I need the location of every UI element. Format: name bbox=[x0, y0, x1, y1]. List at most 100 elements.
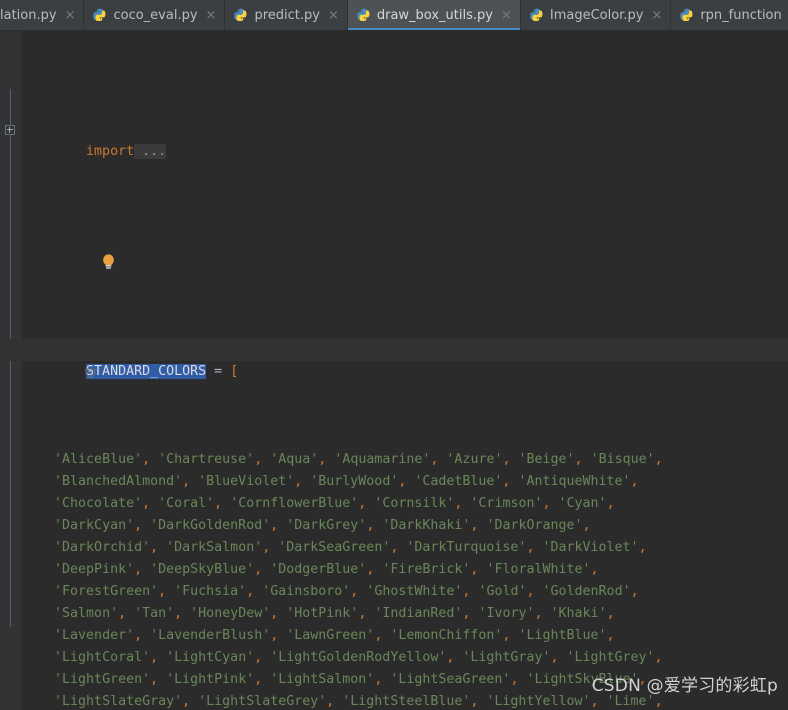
code-line-standard-colors-assign[interactable]: STANDARD_COLORS = [ bbox=[0, 339, 788, 379]
code-editor[interactable]: import ... STANDARD_COLORS = ['AliceBlu… bbox=[0, 31, 788, 710]
code-line-color-entry[interactable]: 'LightSlateGray', 'LightSlateGrey', 'Lig… bbox=[0, 691, 788, 710]
comma: , bbox=[150, 650, 159, 665]
code-line-color-entry[interactable]: 'Chocolate', 'Coral', 'CornflowerBlue', … bbox=[0, 493, 788, 515]
comma: , bbox=[254, 452, 263, 467]
code-line-color-entry[interactable]: 'Lavender', 'LavenderBlush', 'LawnGreen'… bbox=[0, 625, 788, 647]
color-string: 'DodgerBlue' bbox=[270, 562, 367, 577]
color-string: 'Chartreuse' bbox=[158, 452, 255, 467]
comma: , bbox=[350, 584, 359, 599]
comma: , bbox=[462, 584, 471, 599]
color-string: 'LemonChiffon' bbox=[390, 628, 503, 643]
color-string: 'LightSteelBlue' bbox=[342, 694, 471, 709]
comma: , bbox=[182, 694, 191, 709]
color-string: 'DarkOrange' bbox=[486, 518, 583, 533]
tab-label: coco_eval.py bbox=[113, 7, 198, 23]
lightbulb-icon[interactable] bbox=[20, 231, 114, 269]
code-line-color-entry[interactable]: 'AliceBlue', 'Chartreuse', 'Aqua', 'Aqua… bbox=[0, 449, 788, 471]
comma: , bbox=[590, 694, 599, 709]
comma: , bbox=[470, 518, 479, 533]
color-string: 'DarkTurquoise' bbox=[406, 540, 527, 555]
comma: , bbox=[654, 452, 663, 467]
code-line-color-entry[interactable]: 'LightGreen', 'LightPink', 'LightSalmon'… bbox=[0, 669, 788, 691]
comma: , bbox=[390, 540, 399, 555]
folded-placeholder[interactable]: ... bbox=[134, 144, 167, 159]
color-string: 'LightYellow' bbox=[486, 694, 591, 709]
color-string: 'LightSeaGreen' bbox=[390, 672, 511, 687]
comma: , bbox=[294, 474, 303, 489]
tab-lation-py[interactable]: lation.py × bbox=[0, 0, 85, 30]
color-string: 'ForestGreen' bbox=[54, 584, 159, 599]
comma: , bbox=[654, 694, 663, 709]
standard-colors-variable[interactable]: STANDARD_COLORS bbox=[86, 364, 207, 379]
code-line-color-entry[interactable]: 'DarkOrchid', 'DarkSalmon', 'DarkSeaGree… bbox=[0, 537, 788, 559]
code-line-color-entry[interactable]: 'Salmon', 'Tan', 'HoneyDew', 'HotPink', … bbox=[0, 603, 788, 625]
fold-collapse-icon[interactable] bbox=[5, 344, 96, 379]
comma: , bbox=[150, 672, 159, 687]
comma: , bbox=[134, 562, 143, 577]
color-string: 'LightBlue' bbox=[518, 628, 607, 643]
comma: , bbox=[358, 496, 367, 511]
color-string: 'DarkSeaGreen' bbox=[278, 540, 391, 555]
python-file-icon bbox=[530, 8, 545, 23]
tab-close-icon[interactable]: × bbox=[203, 9, 218, 23]
color-string: 'HoneyDew' bbox=[190, 606, 271, 621]
color-string: 'Azure' bbox=[446, 452, 503, 467]
color-string: 'Aquamarine' bbox=[334, 452, 431, 467]
comma: , bbox=[182, 474, 191, 489]
tab-close-icon[interactable]: × bbox=[62, 9, 77, 23]
tab-draw-box-utils-py[interactable]: draw_box_utils.py × bbox=[347, 0, 521, 30]
comma: , bbox=[366, 562, 375, 577]
comma: , bbox=[470, 694, 479, 709]
color-string: 'FireBrick' bbox=[382, 562, 471, 577]
color-string: 'FloralWhite' bbox=[486, 562, 591, 577]
comma: , bbox=[470, 562, 479, 577]
code-line-import-folded[interactable]: import ... bbox=[0, 119, 788, 159]
comma: , bbox=[214, 496, 223, 511]
tab-close-icon[interactable]: × bbox=[648, 9, 663, 23]
comma: , bbox=[142, 452, 151, 467]
color-string: 'DarkSalmon' bbox=[166, 540, 263, 555]
comma: , bbox=[270, 628, 279, 643]
tab-predict-py[interactable]: predict.py × bbox=[225, 0, 348, 30]
color-string: 'Beige' bbox=[518, 452, 575, 467]
comma: , bbox=[606, 606, 615, 621]
color-string: 'LightCoral' bbox=[54, 650, 151, 665]
comma: , bbox=[502, 474, 511, 489]
tab-rpn-function-py[interactable]: rpn_function bbox=[671, 0, 788, 30]
comma: , bbox=[542, 496, 551, 511]
comma: , bbox=[142, 496, 151, 511]
code-line-color-entry[interactable]: 'BlanchedAlmond', 'BlueViolet', 'BurlyWo… bbox=[0, 471, 788, 493]
comma: , bbox=[150, 540, 159, 555]
code-content[interactable]: import ... STANDARD_COLORS = ['AliceBlu… bbox=[0, 31, 788, 710]
tab-close-icon[interactable]: × bbox=[325, 9, 340, 23]
color-list-lines[interactable]: 'AliceBlue', 'Chartreuse', 'Aqua', 'Aqua… bbox=[0, 449, 788, 710]
color-string: 'CadetBlue' bbox=[414, 474, 503, 489]
color-string: 'Aqua' bbox=[270, 452, 319, 467]
code-line-color-entry[interactable]: 'ForestGreen', 'Fuchsia', 'Gainsboro', '… bbox=[0, 581, 788, 603]
tab-coco-eval-py[interactable]: coco_eval.py × bbox=[84, 0, 226, 30]
code-line-color-entry[interactable]: 'LightCoral', 'LightCyan', 'LightGoldenR… bbox=[0, 647, 788, 669]
color-string: 'DeepPink' bbox=[54, 562, 135, 577]
comma: , bbox=[638, 672, 647, 687]
color-string: 'LightCyan' bbox=[166, 650, 255, 665]
comma: , bbox=[654, 650, 663, 665]
python-file-icon bbox=[357, 8, 372, 23]
color-string: 'Bisque' bbox=[590, 452, 655, 467]
color-string: 'Tan' bbox=[134, 606, 175, 621]
comma: , bbox=[430, 452, 439, 467]
color-string: 'Lime' bbox=[606, 694, 655, 709]
color-string: 'Salmon' bbox=[54, 606, 119, 621]
color-string: 'CornflowerBlue' bbox=[230, 496, 359, 511]
code-line-color-entry[interactable]: 'DarkCyan', 'DarkGoldenRod', 'DarkGrey',… bbox=[0, 515, 788, 537]
color-string: 'GhostWhite' bbox=[366, 584, 463, 599]
color-string: 'Gainsboro' bbox=[262, 584, 351, 599]
color-string: 'GoldenRod' bbox=[542, 584, 631, 599]
code-line-color-entry[interactable]: 'DeepPink', 'DeepSkyBlue', 'DodgerBlue',… bbox=[0, 559, 788, 581]
tab-imagecolor-py[interactable]: ImageColor.py × bbox=[520, 0, 672, 30]
intention-bulb-row[interactable] bbox=[0, 229, 788, 269]
comma: , bbox=[270, 606, 279, 621]
fold-expand-icon[interactable] bbox=[5, 125, 15, 135]
python-file-icon bbox=[234, 8, 249, 23]
tab-close-icon[interactable]: × bbox=[498, 9, 513, 23]
comma: , bbox=[398, 474, 407, 489]
